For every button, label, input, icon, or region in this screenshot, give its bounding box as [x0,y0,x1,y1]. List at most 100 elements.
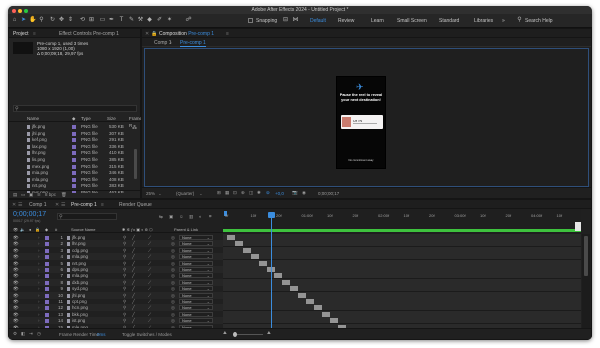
col-type[interactable]: Type [81,115,91,122]
close-window-button[interactable] [12,9,16,13]
layer-duration-bar[interactable] [313,305,322,311]
playhead-handle[interactable] [268,212,275,218]
roto-brush-tool-icon[interactable]: ✐ [156,17,163,24]
grid-guides-icon[interactable]: ⊕ [241,190,245,196]
workspace-default[interactable]: Default [310,18,326,24]
new-folder-icon[interactable]: ▭ [21,192,25,198]
col-size[interactable]: Size [107,115,116,122]
audio-column-icon[interactable]: 🔈 [20,226,25,233]
orbit-tool-icon[interactable]: ↻ [49,17,56,24]
adjust-icon[interactable]: ≋ [37,192,41,198]
clone-stamp-tool-icon[interactable]: ⚒ [137,17,144,24]
interpret-footage-icon[interactable]: ▤ [13,192,17,198]
vertical-scroll-thumb[interactable] [584,236,588,276]
toggle-switches-modes[interactable]: Toggle Switches / Modes [122,332,172,337]
close-tab-icon[interactable]: ✕ [12,202,16,208]
in-out-icon[interactable]: ⇥ [29,331,33,337]
draft-3d-icon[interactable]: ▣ [169,214,173,220]
workspace-overflow-button[interactable]: » [502,18,505,24]
tab-comp-1[interactable]: Comp 1 [29,202,47,208]
minimize-window-button[interactable] [18,9,22,13]
snap-options-icon[interactable]: ⊟ [282,17,289,24]
puppet-pin-icon[interactable]: ☍ [185,17,192,24]
lock-icon[interactable]: 🔒 [151,31,157,37]
dolly-tool-icon[interactable]: ⇕ [67,17,74,24]
time-ruler[interactable]: 0f 10f 20f 01:00f 10f 20f 02:00f 10f 20f 03:00f 10… [223,209,581,235]
rotation-tool-icon[interactable]: ⟲ [79,17,86,24]
eraser-tool-icon[interactable]: ◆ [146,17,153,24]
layer-duration-bar[interactable] [250,254,259,260]
comp-flowchart-icon[interactable]: ⇆ [159,214,163,220]
zoom-in-icon[interactable]: ⛰ [267,330,271,335]
tab-composition[interactable]: Composition Pre-comp 1 [159,31,214,37]
rectangle-tool-icon[interactable]: ▭ [99,17,106,24]
home-icon[interactable]: ⌂ [11,17,18,24]
workspace-standard[interactable]: Standard [439,18,459,24]
work-area-bar[interactable] [223,229,581,232]
tab-effect-controls[interactable]: Effect Controls Pre-comp 1 [59,31,119,37]
col-parent-link[interactable]: Parent & Link [174,226,198,233]
tab-menu-icon[interactable]: ≡ [33,31,36,37]
puppet-tool-icon[interactable]: ✶ [166,17,173,24]
layer-duration-bar[interactable] [306,299,314,304]
label-col-icon[interactable]: ◆ [72,115,75,122]
zoom-out-icon[interactable]: ⛰ [223,330,227,335]
search-icon[interactable]: ⚲ [516,17,523,24]
show-snapshot-icon[interactable]: ◉ [302,190,306,196]
close-tab-icon[interactable]: ✕ [55,202,59,208]
current-time-display[interactable]: 0;00;00;17 [13,211,46,218]
hand-tool-icon[interactable]: ✋ [29,17,36,24]
layer-switches-icon[interactable]: ⚙ [13,331,17,337]
layer-duration-bar[interactable] [298,292,307,298]
solo-column-icon[interactable]: ● [29,226,31,233]
pen-tool-icon[interactable]: ✒ [108,17,115,24]
graph-editor-icon[interactable]: ⌗ [209,214,212,219]
region-of-interest-icon[interactable]: ⊡ [233,190,237,196]
layout-icon[interactable]: ☰ [61,202,65,208]
col-source-name[interactable]: Source Name [71,226,95,233]
workspace-small-screen[interactable]: Small Screen [397,18,427,24]
resolution-dropdown[interactable]: (Quarter) [176,191,194,196]
chevron-down-icon[interactable]: ⌄ [158,191,162,197]
layer-duration-bar[interactable] [290,286,299,292]
video-column-icon[interactable]: 👁 [13,226,18,233]
transfer-controls-icon[interactable]: ◧ [21,331,25,337]
breadcrumb-comp-1[interactable]: Comp 1 [154,40,172,46]
brush-tool-icon[interactable]: ✎ [128,17,135,24]
snap-align-icon[interactable]: ⋈ [292,17,299,24]
layer-duration-bar[interactable] [234,241,243,247]
exposure-reset-icon[interactable]: ⊚ [266,190,270,196]
layer-duration-bar[interactable] [282,279,291,285]
label-column-icon[interactable]: ◆ [45,226,48,233]
layer-duration-bar[interactable] [274,273,283,279]
tab-menu-icon[interactable]: ≡ [226,31,229,37]
close-tab-icon[interactable]: ✕ [145,31,149,37]
timeline-search-input[interactable]: ⚲ [57,213,117,220]
work-area-end-handle[interactable] [575,222,581,231]
lock-column-icon[interactable]: 🔒 [35,226,40,233]
zoom-window-button[interactable] [24,9,28,13]
flowchart-icon[interactable]: ⁂ [132,125,137,131]
number-column-icon[interactable]: # [55,226,57,233]
timeline-zoom-slider[interactable] [233,332,263,337]
zoom-tool-icon[interactable]: ⚲ [38,17,45,24]
frame-blending-icon[interactable]: ▥ [189,214,193,220]
layer-duration-bar[interactable] [227,235,235,240]
bpc-label[interactable]: 8 bpc [45,192,56,197]
tab-menu-icon[interactable]: ≡ [101,202,104,208]
playhead-line[interactable] [271,216,272,330]
render-time-icon[interactable]: ◷ [37,331,41,337]
chevron-down-icon[interactable]: ⌄ [199,191,203,197]
snapping-checkbox[interactable] [248,18,253,23]
project-search-input[interactable]: ⚲ [13,105,137,112]
layer-duration-bar[interactable] [242,247,251,253]
new-comp-icon[interactable]: ▣ [29,192,33,198]
fast-previews-icon[interactable]: ⊞ [217,190,221,196]
magnification-dropdown[interactable]: 25% [146,191,155,196]
workspace-learn[interactable]: Learn [371,18,384,24]
rgb-channels-icon[interactable]: ✺ [257,190,261,196]
breadcrumb-pre-comp-1[interactable]: Pre-comp 1 [180,40,206,47]
zoom-slider-thumb[interactable] [233,332,237,337]
transparency-grid-icon[interactable]: ▦ [225,190,229,196]
project-scrollbar[interactable] [134,149,137,179]
